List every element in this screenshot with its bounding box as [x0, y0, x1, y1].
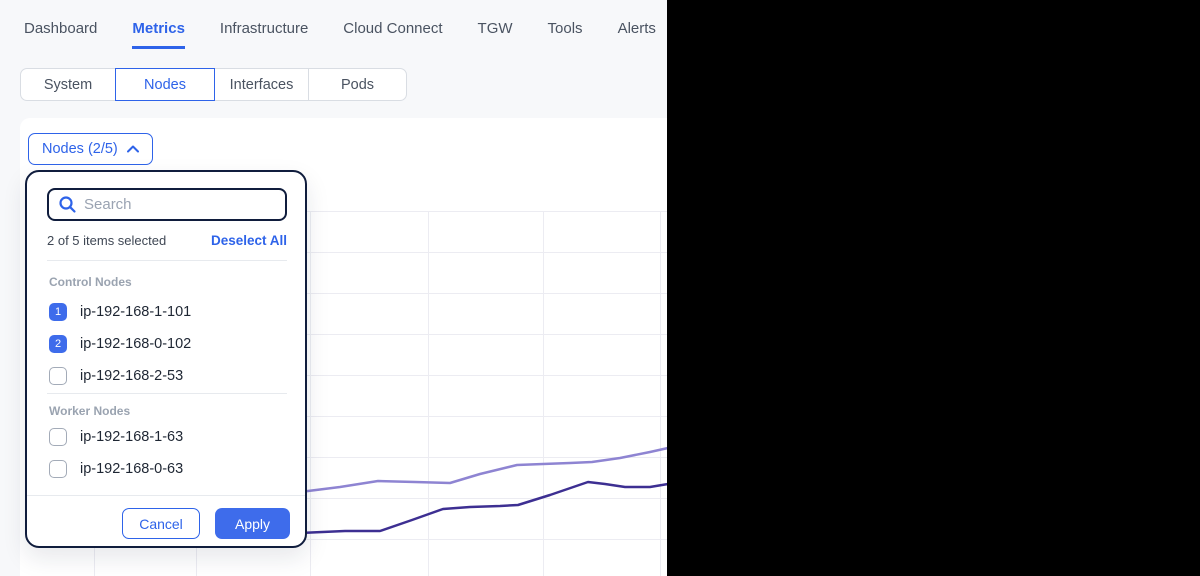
nodes-dropdown-label: Nodes (2/5) [42, 141, 118, 157]
nav-item-alerts[interactable]: Alerts [618, 20, 656, 46]
search-input[interactable] [84, 196, 276, 213]
nav-item-infrastructure[interactable]: Infrastructure [220, 20, 308, 46]
apply-button[interactable]: Apply [215, 508, 290, 539]
node-row-ip-192-168-1-101[interactable]: 1 ip-192-168-1-101 [49, 300, 291, 324]
group-header-worker-nodes: Worker Nodes [49, 404, 130, 418]
nav-item-metrics[interactable]: Metrics [132, 20, 185, 49]
checkbox-unchecked[interactable] [49, 460, 67, 478]
node-label: ip-192-168-0-102 [80, 336, 191, 352]
nodes-dropdown-button[interactable]: Nodes (2/5) [28, 133, 153, 165]
nav-item-tgw[interactable]: TGW [478, 20, 513, 46]
nav-item-tools[interactable]: Tools [548, 20, 583, 46]
nav-item-cloud-connect[interactable]: Cloud Connect [343, 20, 442, 46]
top-nav: Dashboard Metrics Infrastructure Cloud C… [24, 20, 656, 49]
search-icon [58, 195, 77, 214]
node-row-ip-192-168-2-53[interactable]: ip-192-168-2-53 [49, 364, 291, 388]
panel-footer: Cancel Apply [27, 508, 305, 539]
selected-order-badge[interactable]: 1 [49, 303, 67, 321]
node-row-ip-192-168-0-63[interactable]: ip-192-168-0-63 [49, 457, 291, 481]
chevron-up-icon [127, 145, 139, 153]
selection-summary-row: 2 of 5 items selected Deselect All [47, 233, 287, 248]
divider [47, 393, 287, 394]
tab-system[interactable]: System [20, 68, 116, 101]
checkbox-unchecked[interactable] [49, 367, 67, 385]
black-mask [667, 0, 1200, 576]
checkbox-unchecked[interactable] [49, 428, 67, 446]
tab-pods[interactable]: Pods [308, 68, 407, 101]
node-label: ip-192-168-2-53 [80, 368, 183, 384]
node-row-ip-192-168-1-63[interactable]: ip-192-168-1-63 [49, 425, 291, 449]
metrics-tab-bar: System Nodes Interfaces Pods [20, 68, 407, 101]
selection-summary: 2 of 5 items selected [47, 233, 166, 248]
tab-interfaces[interactable]: Interfaces [214, 68, 309, 101]
tab-nodes[interactable]: Nodes [115, 68, 215, 101]
node-label: ip-192-168-0-63 [80, 461, 183, 477]
cancel-button[interactable]: Cancel [122, 508, 200, 539]
search-box[interactable] [47, 188, 287, 221]
node-label: ip-192-168-1-101 [80, 304, 191, 320]
selected-order-badge[interactable]: 2 [49, 335, 67, 353]
nav-item-dashboard[interactable]: Dashboard [24, 20, 97, 46]
node-row-ip-192-168-0-102[interactable]: 2 ip-192-168-0-102 [49, 332, 291, 356]
footer-divider [27, 495, 305, 496]
node-selector-panel: 2 of 5 items selected Deselect All Contr… [25, 170, 307, 548]
deselect-all-link[interactable]: Deselect All [211, 233, 287, 248]
divider [47, 260, 287, 261]
group-header-control-nodes: Control Nodes [49, 275, 132, 289]
node-label: ip-192-168-1-63 [80, 429, 183, 445]
